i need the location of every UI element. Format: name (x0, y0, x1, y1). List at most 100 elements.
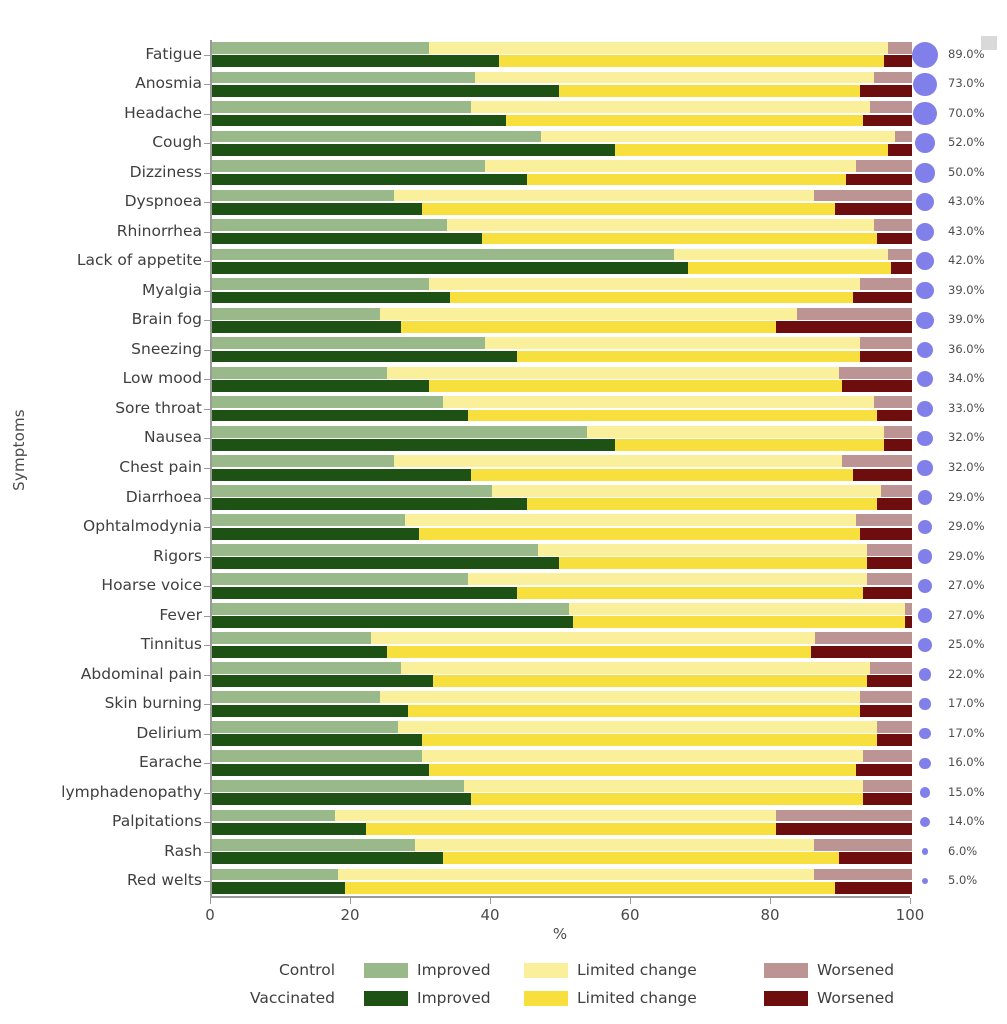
bar-segment-improved (212, 130, 541, 143)
stacked-bar-vaccinated (212, 881, 912, 894)
legend-label-control-worsened: Worsened (817, 961, 895, 979)
bar-segment-worsened (775, 809, 912, 822)
y-axis-label-rhinorrhea: Rhinorrhea (116, 221, 202, 240)
bar-segment-worsened (863, 586, 912, 599)
legend-entry-vaccinated-limited-change: Limited change (515, 989, 697, 1007)
chart-legend: Control Improved Limited change Worsened… (210, 955, 940, 1017)
stacked-bar-vaccinated (212, 114, 912, 127)
stacked-bar-vaccinated (212, 85, 912, 97)
bar-segment-improved (212, 691, 380, 704)
y-axis-title-text: Symptoms (10, 409, 28, 491)
bar-segment-limited-change (394, 189, 814, 202)
bar-segment-worsened (873, 219, 912, 231)
bar-segment-improved (212, 632, 372, 645)
bar-segment-improved (212, 543, 538, 556)
bar-segment-worsened (845, 173, 912, 186)
bar-segment-worsened (842, 455, 912, 468)
bar-segment-limited-change (422, 750, 863, 763)
bar-row (212, 219, 912, 245)
prevalence-dot (913, 72, 937, 97)
bar-row (212, 809, 912, 835)
stacked-bar-vaccinated (212, 262, 912, 274)
bar-segment-limited-change (380, 307, 797, 320)
y-axis-label-dizziness: Dizziness (129, 162, 202, 181)
prevalence-label: 16.0% (948, 755, 985, 770)
stacked-bar-vaccinated (212, 498, 912, 511)
bar-segment-improved (212, 498, 527, 511)
bar-segment-improved (212, 85, 559, 97)
bar-segment-worsened (905, 616, 912, 629)
prevalence-label: 6.0% (948, 843, 978, 858)
bar-row (212, 839, 912, 865)
bar-segment-limited-change (572, 616, 905, 629)
bar-segment-limited-change (688, 262, 891, 274)
plot-area (210, 40, 912, 896)
bar-row (212, 661, 912, 688)
bar-segment-limited-change (569, 602, 905, 615)
prevalence-dot (918, 638, 932, 652)
prevalence-dot (919, 727, 931, 740)
legend-label-vaccinated-limited-change: Limited change (577, 989, 697, 1007)
stacked-bar-vaccinated (212, 852, 912, 865)
bar-segment-improved (212, 809, 335, 822)
bar-segment-improved (212, 661, 401, 674)
y-axis-label-abdominal-pain: Abdominal pain (80, 664, 202, 683)
bar-segment-improved (212, 455, 394, 468)
bar-segment-limited-change (366, 822, 776, 835)
bar-segment-worsened (877, 720, 912, 733)
bar-segment-improved (212, 720, 398, 733)
bar-row (212, 101, 912, 127)
stacked-bar-vaccinated (212, 55, 912, 68)
bar-segment-worsened (852, 468, 912, 481)
bar-segment-limited-change (446, 219, 874, 231)
bar-segment-improved (212, 262, 688, 274)
bar-segment-worsened (887, 248, 912, 261)
chart-figure: Symptoms Fatigue Anosmia Headache Cough Dizz… (0, 0, 1007, 1024)
stacked-bar-vaccinated (212, 822, 912, 835)
prevalence-dot (917, 578, 933, 594)
bar-segment-improved (212, 101, 471, 113)
bar-segment-improved (212, 779, 464, 792)
bar-segment-limited-change (516, 586, 863, 599)
legend-swatch-vaccinated-improved (364, 990, 408, 1006)
x-axis-tick-label: 80 (760, 906, 780, 924)
y-axis-label-hoarse-voice: Hoarse voice (101, 576, 202, 595)
y-axis-label-headache: Headache (124, 103, 202, 122)
stacked-bar-vaccinated (212, 616, 912, 629)
y-axis-label-lack-of-appetite: Lack of appetite (76, 251, 202, 270)
bar-segment-worsened (880, 484, 912, 497)
stacked-bar-control (212, 71, 912, 84)
stacked-bar-control (212, 484, 912, 497)
bar-row (212, 573, 912, 599)
bar-segment-worsened (887, 42, 912, 54)
prevalence-dot (913, 102, 937, 126)
bar-segment-worsened (775, 321, 912, 333)
prevalence-label: 29.0% (948, 519, 985, 534)
bar-segment-improved (212, 881, 345, 894)
prevalence-label: 50.0% (948, 164, 985, 179)
bar-segment-worsened (814, 868, 912, 881)
y-axis-label-skin-burning: Skin burning (104, 694, 202, 713)
bar-segment-improved (212, 586, 517, 599)
legend-group-name: Vaccinated (249, 989, 335, 1007)
bar-segment-worsened (810, 645, 912, 658)
stacked-bar-control (212, 720, 912, 733)
bar-segment-improved (212, 425, 587, 438)
y-axis-label-sneezing: Sneezing (131, 339, 202, 358)
y-axis-label-ophtalmodynia: Ophtalmodynia (83, 517, 202, 536)
bar-segment-improved (212, 484, 492, 497)
bar-segment-improved (212, 793, 471, 806)
bar-row (212, 396, 912, 422)
bar-segment-worsened (866, 557, 912, 570)
bar-segment-improved (212, 55, 499, 68)
bar-segment-limited-change (404, 514, 856, 527)
y-axis-label-myalgia: Myalgia (142, 280, 202, 299)
y-axis-tick-labels: Fatigue Anosmia Headache Cough Dizziness Dysp… (36, 40, 210, 896)
bar-segment-limited-change (471, 793, 863, 806)
bar-segment-improved (212, 734, 422, 747)
legend-group-label-vaccinated: Vaccinated (215, 989, 335, 1007)
stacked-bar-control (212, 602, 912, 615)
y-axis-title: Symptoms (2, 0, 36, 900)
y-axis-label-rash: Rash (164, 841, 202, 860)
legend-group-label-control: Control (215, 961, 335, 979)
